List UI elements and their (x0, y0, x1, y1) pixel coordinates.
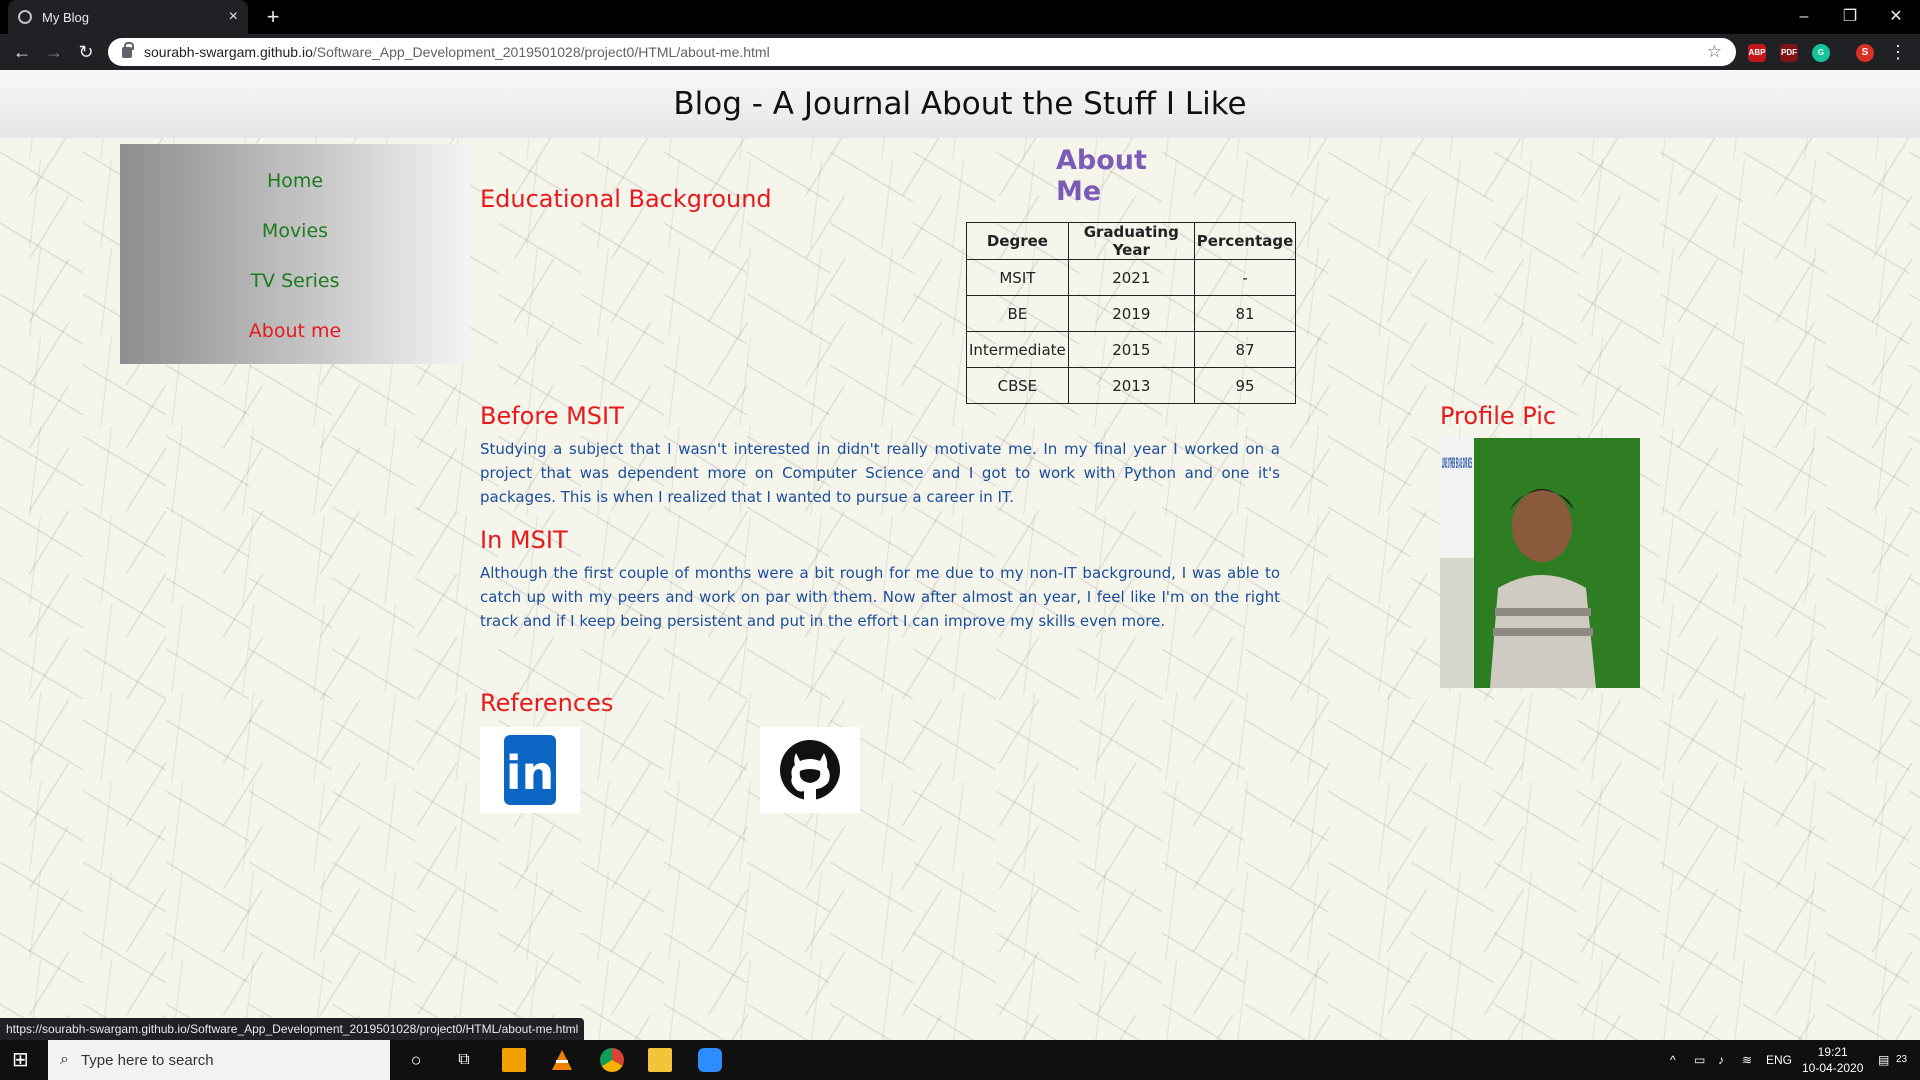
browser-tab-bar: My Blog × + – ❐ ✕ (0, 0, 1920, 34)
table-cell: 2019 (1067, 295, 1195, 332)
url-path: /Software_App_Development_2019501028/pro… (312, 44, 770, 60)
back-button[interactable]: ← (10, 40, 34, 64)
in-msit-heading: In MSIT (480, 526, 568, 554)
window-close-button[interactable]: ✕ (1876, 4, 1916, 30)
zoom-icon[interactable] (698, 1048, 722, 1072)
profile-pic-heading: Profile Pic (1440, 402, 1557, 430)
clock[interactable]: 19:21 10-04-2020 (1802, 1040, 1863, 1080)
taskbar-search-box[interactable]: ⌕ Type here to search (48, 1040, 390, 1080)
site-title: Blog - A Journal About the Stuff I Like (673, 86, 1247, 122)
table-header: Percentage (1193, 222, 1297, 260)
grammarly-extension-icon[interactable]: G (1812, 44, 1830, 62)
linkedin-icon[interactable]: in (480, 727, 580, 813)
before-msit-text: Studying a subject that I wasn't interes… (480, 440, 1280, 506)
table-cell: CBSE (966, 367, 1069, 404)
vlc-icon[interactable] (550, 1048, 574, 1072)
linkedin-logo-text: in (506, 746, 555, 800)
language-indicator[interactable]: ENG (1766, 1040, 1792, 1080)
table-cell: 81 (1193, 295, 1297, 332)
site-header: Blog - A Journal About the Stuff I Like (0, 70, 1920, 138)
profile-picture: LOVE OTHER ER AS OUR KES (1440, 438, 1640, 688)
table-row: Intermediate 2015 87 (966, 331, 1297, 368)
search-placeholder: Type here to search (80, 1051, 214, 1069)
notification-count-badge: 23 (1896, 1054, 1908, 1065)
table-cell: - (1193, 259, 1297, 296)
table-row: BE 2019 81 (966, 295, 1297, 332)
sublime-text-icon[interactable] (502, 1048, 526, 1072)
pdf-extension-icon[interactable]: PDF (1780, 44, 1798, 62)
table-cell: MSIT (966, 259, 1069, 296)
url-host: sourabh-swargam.github.io (144, 44, 313, 60)
tray-chevron-icon[interactable]: ^ (1670, 1040, 1676, 1080)
table-cell: Intermediate (966, 331, 1069, 368)
minimize-button[interactable]: – (1784, 4, 1824, 30)
reload-button[interactable]: ↻ (74, 40, 98, 64)
poster-text: LOVE OTHER ER AS OUR KES (1442, 456, 1472, 472)
in-msit-text: Although the first couple of months were… (480, 564, 1280, 630)
browser-menu-icon[interactable]: ⋮ (1886, 40, 1910, 64)
table-header: Graduating Year (1067, 222, 1195, 260)
tab-title: My Blog (42, 9, 89, 25)
before-msit-heading: Before MSIT (480, 402, 624, 430)
references-heading: References (480, 689, 614, 717)
clock-date: 10-04-2020 (1802, 1061, 1864, 1075)
browser-tab[interactable]: My Blog × (8, 0, 248, 34)
nav-about-me-link[interactable]: About me (120, 306, 470, 356)
web-page: Blog - A Journal About the Stuff I Like … (0, 70, 1920, 1040)
address-bar[interactable]: sourabh-swargam.github.io/Software_App_D… (108, 38, 1736, 66)
nav-home-link[interactable]: Home (120, 156, 470, 206)
table-row: MSIT 2021 - (966, 259, 1297, 296)
lock-icon (122, 41, 134, 58)
table-header-row: Degree Graduating Year Percentage (966, 222, 1297, 260)
restore-button[interactable]: ❐ (1830, 4, 1870, 30)
notification-center-icon[interactable]: ▤ (1878, 1040, 1889, 1080)
status-bar-url: https://sourabh-swargam.github.io/Softwa… (0, 1018, 585, 1040)
windows-taskbar: ⊞ ⌕ Type here to search ○ ⧉ ^ ▭ ♪ ≋ ENG … (0, 1040, 1920, 1080)
education-table: Degree Graduating Year Percentage MSIT 2… (966, 222, 1297, 404)
page-title: About Me (1056, 145, 1147, 207)
volume-icon[interactable]: ♪ (1718, 1040, 1724, 1080)
new-tab-button[interactable]: + (260, 4, 286, 30)
profile-avatar[interactable]: S (1856, 44, 1874, 62)
search-icon: ⌕ (60, 1051, 69, 1068)
chrome-icon[interactable] (600, 1048, 624, 1072)
nav-movies-link[interactable]: Movies (120, 206, 470, 256)
file-explorer-icon[interactable] (648, 1048, 672, 1072)
browser-toolbar: ← → ↻ sourabh-swargam.github.io/Software… (0, 34, 1920, 70)
globe-icon (18, 10, 32, 24)
table-cell: 2013 (1067, 367, 1195, 404)
windows-start-icon[interactable]: ⊞ (12, 1048, 36, 1072)
sidebar-nav: Home Movies TV Series About me (120, 144, 470, 364)
tab-close-icon[interactable]: × (229, 8, 238, 26)
table-cell: 2021 (1067, 259, 1195, 296)
wifi-icon[interactable]: ≋ (1742, 1040, 1752, 1080)
bookmark-star-icon[interactable]: ☆ (1707, 42, 1722, 62)
education-heading: Educational Background (480, 185, 772, 213)
clock-time: 19:21 (1817, 1045, 1848, 1059)
github-icon[interactable] (760, 727, 860, 813)
table-cell: 87 (1193, 331, 1297, 368)
nav-tv-series-link[interactable]: TV Series (120, 256, 470, 306)
table-cell: 2015 (1067, 331, 1195, 368)
table-cell: BE (966, 295, 1069, 332)
table-row: CBSE 2013 95 (966, 367, 1297, 404)
table-header: Degree (966, 222, 1069, 260)
table-cell: 95 (1193, 367, 1297, 404)
cortana-icon[interactable]: ○ (404, 1048, 428, 1072)
forward-button[interactable]: → (42, 40, 66, 64)
task-view-icon[interactable]: ⧉ (452, 1048, 476, 1072)
battery-icon[interactable]: ▭ (1694, 1040, 1705, 1080)
adblock-extension-icon[interactable]: ABP (1748, 44, 1766, 62)
